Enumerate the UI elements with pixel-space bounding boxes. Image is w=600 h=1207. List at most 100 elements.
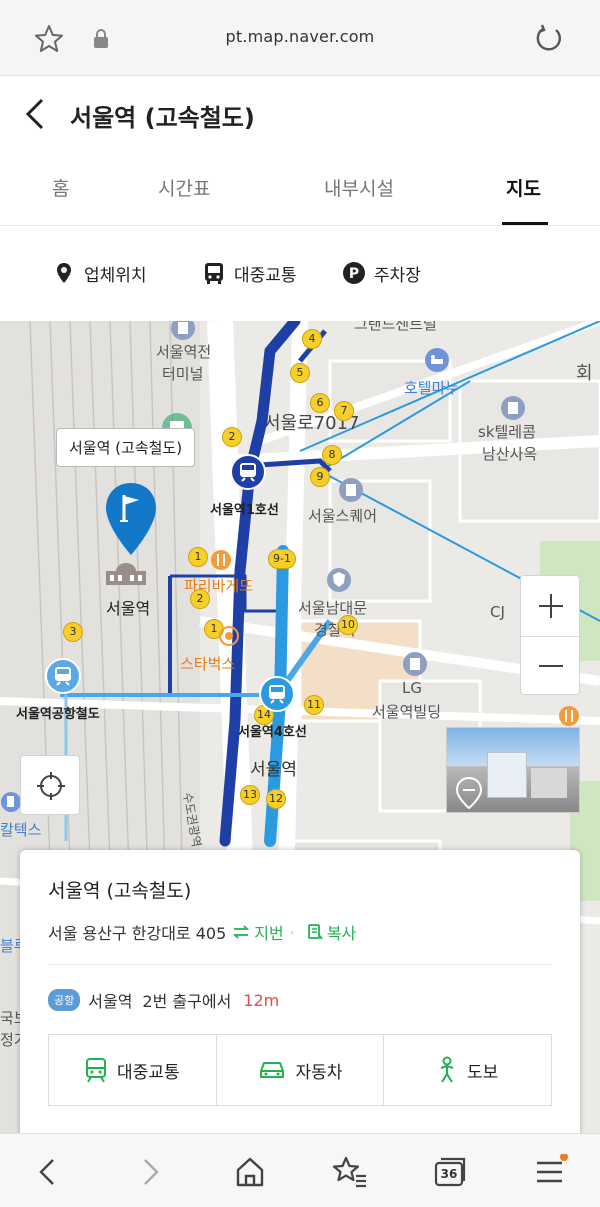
airport-rail-tag: 공항	[48, 989, 81, 1011]
zoom-controls	[520, 575, 580, 695]
card-address-row: 서울 용산구 한강대로 405 지번 · 복사	[48, 920, 356, 944]
swap-arrows-icon	[233, 925, 250, 939]
hotel-poi-icon[interactable]	[424, 347, 450, 373]
back-arrow-icon[interactable]	[20, 94, 50, 134]
selected-place-callout[interactable]: 서울역 (고속철도)	[56, 428, 196, 467]
building-poi-icon[interactable]	[170, 321, 196, 341]
crosshair-icon	[37, 772, 65, 800]
station-building-icon	[106, 563, 146, 585]
car-icon	[259, 1062, 284, 1078]
airport-rail-marker-icon[interactable]	[44, 657, 82, 695]
exit-badge[interactable]: 4	[302, 329, 322, 349]
filter-location[interactable]: 업체위치	[52, 258, 147, 288]
nav-home-icon[interactable]	[232, 1154, 268, 1190]
map-label-terminal-2: 터미널	[162, 365, 204, 383]
filter-transit[interactable]: 대중교통	[202, 258, 297, 288]
place-info-card: 서울역 (고속철도) 서울 용산구 한강대로 405 지번 · 복사 공항 서울…	[20, 850, 580, 1140]
tab-facilities[interactable]: 내부시설	[324, 174, 394, 201]
selected-place-pin-icon[interactable]	[104, 481, 158, 557]
filter-transit-label: 대중교통	[234, 265, 297, 286]
exit-badge[interactable]: 2	[222, 427, 242, 447]
exit-badge[interactable]: 13	[240, 785, 260, 805]
cafe-poi-icon[interactable]	[218, 625, 240, 647]
map-label-airport: 서울역공항철도	[16, 707, 100, 722]
office-poi-icon[interactable]	[402, 651, 428, 677]
exit-badge[interactable]: 2	[190, 589, 210, 609]
map-label-terminal-1: 서울역전	[156, 343, 212, 361]
office-poi-icon[interactable]	[500, 395, 526, 421]
exit-badge[interactable]: 3	[63, 622, 83, 642]
access-distance: 12m	[243, 990, 280, 1010]
tab-home[interactable]: 홈	[52, 174, 69, 201]
exit-badge[interactable]: 5	[290, 363, 310, 383]
copy-button[interactable]: 복사	[307, 920, 356, 944]
url-text[interactable]: pt.map.naver.com	[0, 27, 600, 46]
street-view-thumbnail[interactable]	[446, 727, 580, 813]
exit-badge[interactable]: 6	[310, 393, 330, 413]
subway-line4-marker-icon[interactable]	[258, 675, 296, 713]
train-icon	[86, 1058, 107, 1083]
tab-timetable[interactable]: 시간표	[158, 174, 210, 201]
map-label-sk-2: 남산사옥	[482, 445, 538, 463]
office-poi-icon[interactable]	[338, 477, 364, 503]
map-label-police-1: 서울남대문	[298, 599, 368, 617]
nav-tabs-button[interactable]: 36	[432, 1154, 468, 1190]
nav-menu-icon[interactable]	[532, 1154, 568, 1190]
jibun-toggle[interactable]: 지번	[232, 920, 284, 944]
access-exit: 2번 출구에서	[142, 992, 232, 1011]
filter-parking[interactable]: P 주차장	[342, 258, 421, 288]
nearest-exit-info[interactable]: 공항 서울역 2번 출구에서 12m	[48, 988, 279, 1012]
car-button-label: 자동차	[295, 1062, 343, 1083]
map-label-grand: 그랜드센트럴	[354, 321, 437, 333]
exit-badge[interactable]: 8	[322, 445, 342, 465]
transit-button-label: 대중교통	[117, 1062, 180, 1083]
map-label-lg-2: 서울역빌딩	[372, 703, 442, 721]
filter-parking-label: 주차장	[374, 265, 421, 286]
map-label-station: 서울역	[106, 599, 151, 618]
map-label-line4: 서울역4호선	[238, 725, 307, 740]
zoom-out-icon[interactable]	[536, 651, 566, 681]
location-pin-icon	[57, 263, 71, 283]
street-view-building-2	[531, 768, 567, 798]
current-location-button[interactable]	[20, 755, 80, 815]
map-label-line1: 서울역1호선	[210, 503, 279, 518]
access-station: 서울역	[88, 992, 133, 1011]
police-poi-icon[interactable]	[326, 567, 352, 593]
exit-badge[interactable]: 10	[338, 615, 358, 635]
zoom-in-icon[interactable]	[536, 591, 566, 621]
reload-icon[interactable]	[532, 22, 566, 56]
gas-station-poi-icon[interactable]	[0, 791, 22, 813]
browser-url-bar: pt.map.naver.com	[0, 0, 600, 76]
separator-dot: ·	[289, 922, 295, 942]
nav-back-icon[interactable]	[30, 1154, 66, 1190]
nav-bookmarks-icon[interactable]	[332, 1154, 368, 1190]
active-tab-indicator	[502, 222, 548, 225]
card-address: 서울 용산구 한강대로 405	[48, 924, 227, 943]
walk-directions-button[interactable]: 도보	[384, 1035, 551, 1105]
exit-badge[interactable]: 1	[188, 547, 208, 567]
card-divider	[48, 964, 552, 965]
exit-badge[interactable]: 12	[266, 789, 286, 809]
transit-directions-button[interactable]: 대중교통	[49, 1035, 217, 1105]
directions-button-row: 대중교통 자동차 도보	[48, 1034, 552, 1106]
subway-line1-marker-icon[interactable]	[229, 453, 267, 491]
exit-badge[interactable]: 9-1	[268, 549, 296, 569]
svg-text:P: P	[349, 266, 359, 282]
copy-label: 복사	[326, 924, 357, 943]
tab-map[interactable]: 지도	[506, 174, 541, 201]
zoom-divider	[521, 636, 579, 637]
parking-icon: P	[343, 262, 365, 284]
map-label-sk-1: sk텔레콤	[478, 423, 536, 441]
exit-badge[interactable]: 7	[334, 401, 354, 421]
car-directions-button[interactable]: 자동차	[217, 1035, 385, 1105]
walking-person-icon	[440, 1056, 454, 1083]
exit-badge[interactable]: 11	[304, 695, 324, 715]
nav-forward-icon[interactable]	[132, 1154, 168, 1190]
restaurant-poi-icon[interactable]	[558, 705, 580, 727]
exit-badge[interactable]: 9	[310, 467, 330, 487]
restaurant-poi-icon[interactable]	[210, 549, 232, 571]
bus-icon	[205, 263, 223, 284]
street-view-building	[487, 752, 527, 798]
map-label-square: 서울스퀘어	[308, 507, 378, 525]
copy-icon	[307, 924, 323, 940]
